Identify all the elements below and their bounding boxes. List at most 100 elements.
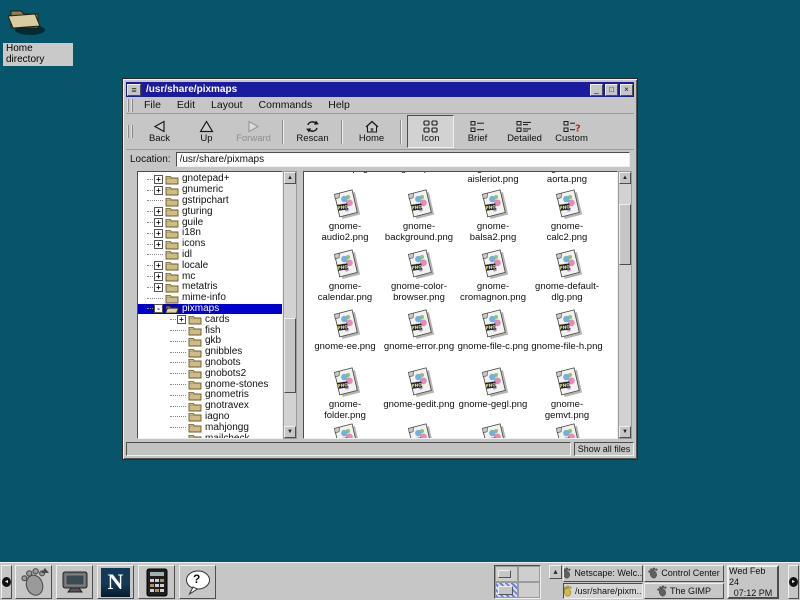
expand-expander-icon[interactable]: + (154, 272, 163, 281)
minimize-button[interactable]: _ (590, 84, 603, 96)
menu-file[interactable]: File (136, 98, 169, 113)
tree-item-mahjongg[interactable]: mahjongg (138, 422, 282, 433)
tree-item-locale[interactable]: +locale (138, 260, 282, 271)
tree-item-gnobots2[interactable]: gnobots2 (138, 368, 282, 379)
toolbar-button-icon[interactable]: Icon (407, 115, 454, 148)
task-button-control-center[interactable]: Control Center (644, 565, 724, 582)
tree-item-cards[interactable]: +cards (138, 314, 282, 325)
help-launcher[interactable]: ? (179, 565, 216, 599)
toolbar-button-custom[interactable]: ?Custom (548, 115, 595, 148)
file-partially-visible[interactable]: PNG (530, 422, 604, 439)
expand-expander-icon[interactable]: + (177, 315, 186, 324)
tree-item-mc[interactable]: +mc (138, 271, 282, 282)
tree-item-metatris[interactable]: +metatris (138, 282, 282, 293)
menu-layout[interactable]: Layout (203, 98, 251, 113)
tree-scrollbar-thumb[interactable] (284, 318, 296, 392)
clock-applet[interactable]: Wed Feb 24 07:12 PM (727, 565, 779, 599)
collapse-expander-icon[interactable]: - (154, 304, 163, 313)
menubar-grip-handle[interactable] (127, 99, 133, 112)
toolbar-button-home[interactable]: Home (348, 115, 395, 148)
tree-item-gnobots[interactable]: gnobots (138, 358, 282, 369)
file-gnome-aorta.png[interactable]: PNGgnome-aorta.png (530, 171, 604, 185)
workspace-2[interactable] (518, 566, 541, 582)
file-gnome-audio2.png[interactable]: PNGgnome-audio2.png (308, 188, 382, 243)
tree-item-mailcheck[interactable]: mailcheck (138, 433, 282, 439)
home-directory-shortcut[interactable]: Home directory (3, 3, 73, 67)
panel-hide-left-button[interactable]: ◂ (1, 565, 12, 599)
files-scrollbar[interactable]: ▲ ▼ (618, 171, 632, 439)
netscape-launcher[interactable]: N (97, 565, 134, 599)
tree-item-mime-info[interactable]: mime-info (138, 293, 282, 304)
task-button--usr-share-pixm-[interactable]: /usr/share/pixm... (563, 583, 643, 600)
file-gnome-gegl.png[interactable]: PNGgnome-gegl.png (456, 366, 530, 411)
file-gnome-folder.png[interactable]: PNGgnome-folder.png (308, 366, 382, 421)
tree-item-gnome-stones[interactable]: gnome-stones (138, 379, 282, 390)
file-gnome-calendar.png[interactable]: PNGgnome-calendar.png (308, 248, 382, 303)
tree-item-gturing[interactable]: +gturing (138, 206, 282, 217)
tasklist-arrow-button[interactable]: ▴ (549, 565, 562, 579)
scroll-up-arrow[interactable]: ▲ (284, 172, 296, 184)
menu-commands[interactable]: Commands (251, 98, 321, 113)
file-gnome-background.png[interactable]: PNGgnome-background.png (382, 188, 456, 243)
toolbar-button-brief[interactable]: Brief (454, 115, 501, 148)
filter-status[interactable]: Show all files (574, 442, 634, 456)
expand-expander-icon[interactable]: + (154, 261, 163, 270)
file-gnome-file-h.png[interactable]: PNGgnome-file-h.png (530, 308, 604, 353)
expand-expander-icon[interactable]: + (154, 175, 163, 184)
expand-expander-icon[interactable]: + (154, 207, 163, 216)
file-gnome-color-browser.png[interactable]: PNGgnome-color-browser.png (382, 248, 456, 303)
workspace-1[interactable] (495, 566, 518, 582)
task-button-netscape-welc-[interactable]: Netscape: Welc... (563, 565, 643, 582)
file-gnome-default-dlg.png[interactable]: PNGgnome-default-dlg.png (530, 248, 604, 303)
scroll-up-arrow[interactable]: ▲ (619, 172, 631, 184)
toolbar-button-up[interactable]: Up (183, 115, 230, 148)
tree-item-gnibbles[interactable]: gnibbles (138, 347, 282, 358)
file-gnome-calc2.png[interactable]: PNGgnome-calc2.png (530, 188, 604, 243)
tree-item-gnotepad+[interactable]: +gnotepad+ (138, 174, 282, 185)
file-partially-visible[interactable]: PNG (382, 422, 456, 439)
file-gnome-file-c.png[interactable]: PNGgnome-file-c.png (456, 308, 530, 353)
expand-expander-icon[interactable]: + (154, 283, 163, 292)
file-emacs.png[interactable]: PNGemacs.png (308, 171, 382, 175)
window-menu-icon[interactable]: ≡ (127, 84, 141, 96)
menu-edit[interactable]: Edit (169, 98, 203, 113)
workspace-4[interactable] (518, 582, 541, 598)
workspace-pager[interactable] (494, 565, 541, 599)
tree-item-idl[interactable]: idl (138, 250, 282, 261)
tree-item-gnotravex[interactable]: gnotravex (138, 401, 282, 412)
workspace-3-active[interactable] (495, 582, 518, 598)
calculator-launcher[interactable] (138, 565, 175, 599)
tree-item-icons[interactable]: +icons (138, 239, 282, 250)
tree-item-i18n[interactable]: +i18n (138, 228, 282, 239)
expand-expander-icon[interactable]: + (154, 240, 163, 249)
close-button[interactable]: × (620, 84, 633, 96)
file-gnome-aisleriot.png[interactable]: PNGgnome-aisleriot.png (456, 171, 530, 185)
file-gnome-gemvt.png[interactable]: PNGgnome-gemvt.png (530, 366, 604, 421)
tree-scrollbar[interactable]: ▲ ▼ (283, 171, 297, 439)
file-gnome-balsa2.png[interactable]: PNGgnome-balsa2.png (456, 188, 530, 243)
tree-item-iagno[interactable]: iagno (138, 412, 282, 423)
toolbar-button-rescan[interactable]: Rescan (289, 115, 336, 148)
tree-item-gstripchart[interactable]: gstripchart (138, 196, 282, 207)
window-titlebar[interactable]: ≡ /usr/share/pixmaps _ □ × (126, 82, 634, 97)
toolbar-button-back[interactable]: Back (136, 115, 183, 148)
scroll-down-arrow[interactable]: ▼ (284, 426, 296, 438)
toolbar-button-detailed[interactable]: Detailed (501, 115, 548, 148)
file-gnome-ee.png[interactable]: PNGgnome-ee.png (308, 308, 382, 353)
panel-hide-right-button[interactable]: ▸ (788, 565, 799, 599)
expand-expander-icon[interactable]: + (154, 186, 163, 195)
toolbar-button-forward[interactable]: Forward (230, 115, 277, 148)
tree-item-fish[interactable]: fish (138, 325, 282, 336)
files-scrollbar-thumb[interactable] (619, 204, 631, 265)
toolbar-grip-handle[interactable] (127, 125, 133, 138)
task-button-the-gimp[interactable]: The GIMP (644, 583, 724, 600)
tree-item-gkb[interactable]: gkb (138, 336, 282, 347)
tree-item-guile[interactable]: +guile (138, 217, 282, 228)
file-gnome-error.png[interactable]: PNGgnome-error.png (382, 308, 456, 353)
gnome-main-menu-button[interactable] (15, 565, 52, 599)
file-partially-visible[interactable]: PNG (308, 422, 382, 439)
location-input[interactable] (176, 152, 630, 167)
expand-expander-icon[interactable]: + (154, 218, 163, 227)
tree-item-gnumeric[interactable]: +gnumeric (138, 185, 282, 196)
file-gnome-cromagnon.png[interactable]: PNGgnome-cromagnon.png (456, 248, 530, 303)
